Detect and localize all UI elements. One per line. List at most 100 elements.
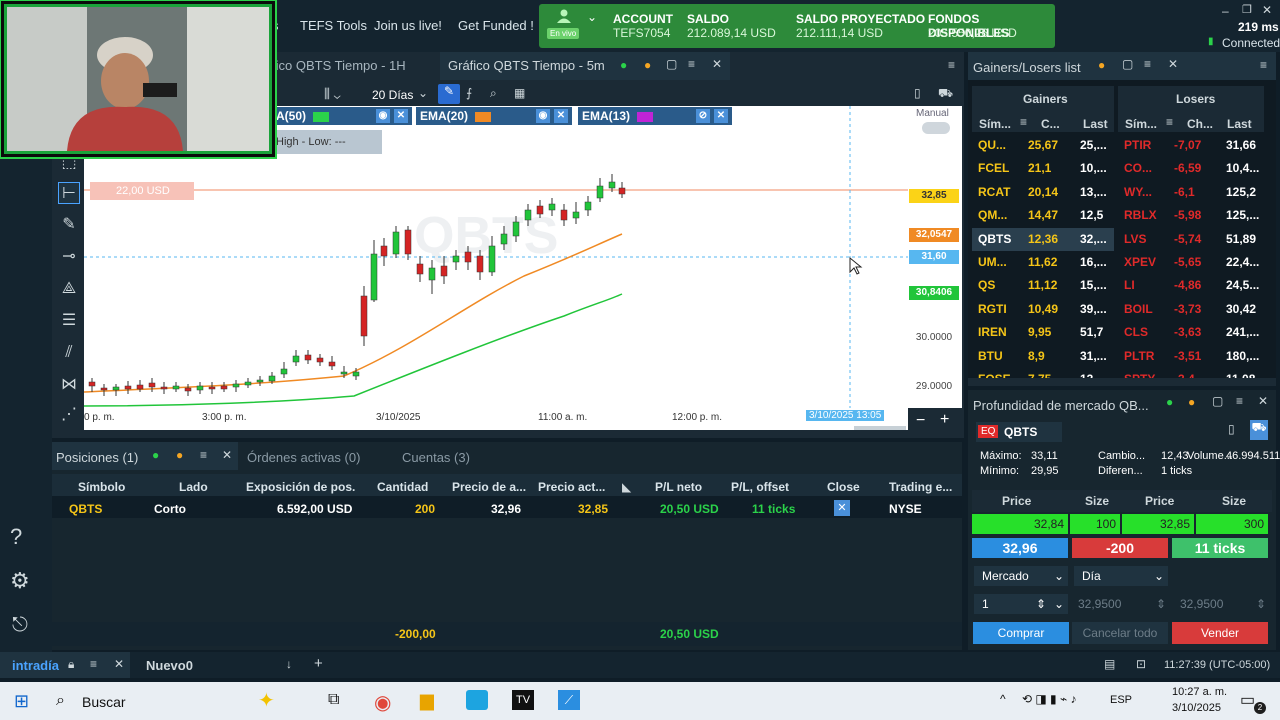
close-position-button[interactable]: ✕	[834, 500, 850, 516]
cursor-tool-icon[interactable]: ⊢	[58, 182, 80, 204]
user-link-icon[interactable]: ●	[1166, 395, 1173, 409]
quantity-input[interactable]: 1 ⇕ ⌄	[974, 594, 1068, 614]
list-item[interactable]: PLTR -3,51 180,...	[1118, 345, 1264, 368]
clock-date[interactable]: 3/10/2025	[1172, 702, 1221, 714]
close-icon[interactable]: ✕	[114, 657, 124, 671]
close-tab-icon[interactable]: ✕	[1258, 394, 1268, 408]
chevron-down-icon[interactable]: ⌄	[418, 86, 428, 100]
lock-icon[interactable]: 🔒︎	[68, 657, 74, 672]
fib-tool-icon[interactable]: ☰	[58, 310, 80, 332]
pencil-tool-icon[interactable]: ✎	[58, 214, 80, 236]
draw-tool-button[interactable]: ✎	[438, 84, 460, 104]
stepper-icon[interactable]: ⇕	[1156, 594, 1166, 614]
sparkle-icon[interactable]: ✦	[258, 688, 275, 713]
ema50-indicator[interactable]: A(50) ◉ ✕	[272, 107, 412, 125]
menu-icon[interactable]: ≡	[90, 657, 97, 671]
settings-icon[interactable]: ⚙	[10, 568, 30, 594]
list-item[interactable]: RGTI 10,49 39,...	[972, 298, 1114, 321]
cart-icon[interactable]: ⛟	[938, 86, 953, 102]
tab-positions[interactable]: Posiciones (1)	[56, 450, 138, 465]
list-item[interactable]: LVS -5,74 51,89	[1118, 228, 1264, 251]
close-icon[interactable]: ✕	[1262, 3, 1272, 17]
col-gainer-change[interactable]: C...	[1041, 117, 1060, 131]
tradingview-icon[interactable]: TV	[512, 690, 534, 710]
zoom-out-icon[interactable]: −	[916, 412, 925, 430]
lock-screen-icon[interactable]: ⊡	[1136, 657, 1146, 671]
col-exchange[interactable]: Trading e...	[889, 480, 952, 494]
sort-icon[interactable]: ≡	[1166, 115, 1173, 129]
trading-app-icon[interactable]: ⟋	[558, 690, 580, 710]
chrome-icon[interactable]: ◉	[374, 690, 391, 715]
col-pl-offset[interactable]: P/L, offset	[731, 480, 789, 494]
line-tool-icon[interactable]: ⊸	[58, 246, 80, 268]
close-tab-icon[interactable]: ✕	[1168, 57, 1178, 71]
add-workspace-icon[interactable]: +	[314, 655, 323, 672]
workspace-tab-intradia[interactable]: intradía	[12, 658, 59, 673]
hidden-eye-icon[interactable]: ⊘	[696, 109, 710, 123]
close-icon[interactable]: ✕	[714, 109, 728, 123]
user-link-icon[interactable]: ●	[620, 58, 627, 72]
menu-join-live[interactable]: Join us live!	[374, 18, 442, 33]
windows-start-icon[interactable]: ⊞	[14, 691, 29, 712]
cancel-all-button[interactable]: Cancelar todo	[1072, 622, 1168, 644]
scrollbar[interactable]	[968, 378, 1276, 386]
color-link-icon[interactable]: ●	[1098, 58, 1105, 72]
logout-icon[interactable]: ⎋	[12, 614, 28, 637]
list-item[interactable]: RBLX -5,98 125,...	[1118, 204, 1264, 227]
ema13-indicator[interactable]: EMA(13) ⊘ ✕	[578, 107, 732, 125]
sort-icon[interactable]: ◣	[622, 480, 631, 494]
channel-tool-icon[interactable]: ⫽	[58, 342, 80, 364]
download-icon[interactable]: ↓	[286, 657, 292, 671]
close-tab-icon[interactable]: ✕	[712, 57, 722, 71]
list-item[interactable]: QS 11,12 15,...	[972, 274, 1114, 297]
list-item[interactable]: CO... -6,59 10,4...	[1118, 157, 1264, 180]
zoom-in-icon[interactable]: +	[940, 411, 949, 429]
close-tab-icon[interactable]: ✕	[222, 448, 232, 462]
list-item[interactable]: QU... 25,67 25,...	[972, 134, 1114, 157]
search-icon[interactable]: ⌕	[56, 692, 65, 710]
col-symbol[interactable]: Símbolo	[78, 480, 125, 494]
ema20-indicator[interactable]: EMA(20) ◉ ✕	[416, 107, 572, 125]
list-item[interactable]: BTU 8,9 31,...	[972, 345, 1114, 368]
symbol-selector[interactable]: EQ QBTS	[976, 422, 1062, 442]
triangle-tool-icon[interactable]: ⟁	[58, 278, 80, 300]
manual-toggle[interactable]	[922, 122, 950, 134]
col-close[interactable]: Close	[827, 480, 860, 494]
maximize-panel-icon[interactable]: ▢	[1122, 57, 1133, 71]
maximize-icon[interactable]: ❐	[1242, 3, 1252, 16]
tray-chevron-icon[interactable]: ^	[1000, 692, 1006, 706]
clock-time[interactable]: 10:27 a. m.	[1172, 686, 1227, 698]
stepper-icon[interactable]: ⇕	[1256, 594, 1266, 614]
menu-get-funded[interactable]: Get Funded !	[458, 18, 534, 33]
panel-options-icon[interactable]: ≡	[1260, 58, 1267, 72]
list-item[interactable]: UM... 11,62 16,...	[972, 251, 1114, 274]
chart-settings-icon[interactable]: ▦	[514, 86, 525, 100]
maximize-panel-icon[interactable]: ▢	[666, 57, 677, 71]
panel-menu-icon[interactable]: ≡	[688, 57, 695, 71]
panel-menu-icon[interactable]: ≡	[1236, 394, 1243, 408]
col-entry-price[interactable]: Precio de a...	[452, 480, 526, 494]
col-loser-symbol[interactable]: Sím...	[1125, 117, 1157, 131]
select-tool-icon[interactable]: ⬚	[58, 152, 80, 174]
language-indicator[interactable]: ESP	[1110, 694, 1132, 706]
col-gainer-last[interactable]: Last	[1083, 117, 1108, 131]
tray-icons[interactable]: ⟲ ◨ ▮ ⌁ ♪	[1022, 692, 1077, 706]
buy-button[interactable]: Comprar	[973, 622, 1069, 644]
taskbar-search[interactable]: Buscar	[82, 694, 126, 710]
list-item[interactable]: BOIL -3,73 30,42	[1118, 298, 1264, 321]
col-loser-change[interactable]: Ch...	[1187, 117, 1213, 131]
workspace-tab-nuevo[interactable]: Nuevo0	[146, 658, 193, 673]
eye-icon[interactable]: ◉	[536, 109, 550, 123]
col-quantity[interactable]: Cantidad	[377, 480, 428, 494]
tab-accounts[interactable]: Cuentas (3)	[402, 450, 470, 465]
panel-options-icon[interactable]: ≡	[948, 58, 955, 72]
pattern-tool-icon[interactable]: ⋈	[58, 374, 80, 396]
tif-select[interactable]: Día ⌄	[1074, 566, 1168, 586]
list-item[interactable]: XPEV -5,65 22,4...	[1118, 251, 1264, 274]
tab-chart-1h[interactable]: fico QBTS Tiempo - 1H	[272, 58, 406, 76]
panel-menu-icon[interactable]: ≡	[200, 448, 207, 462]
time-scrollbar[interactable]	[854, 426, 906, 430]
panel-menu-icon[interactable]: ≡	[1144, 57, 1151, 71]
col-pl-net[interactable]: P/L neto	[655, 480, 702, 494]
tab-chart-5m[interactable]: Gráfico QBTS Tiempo - 5m	[448, 58, 605, 76]
